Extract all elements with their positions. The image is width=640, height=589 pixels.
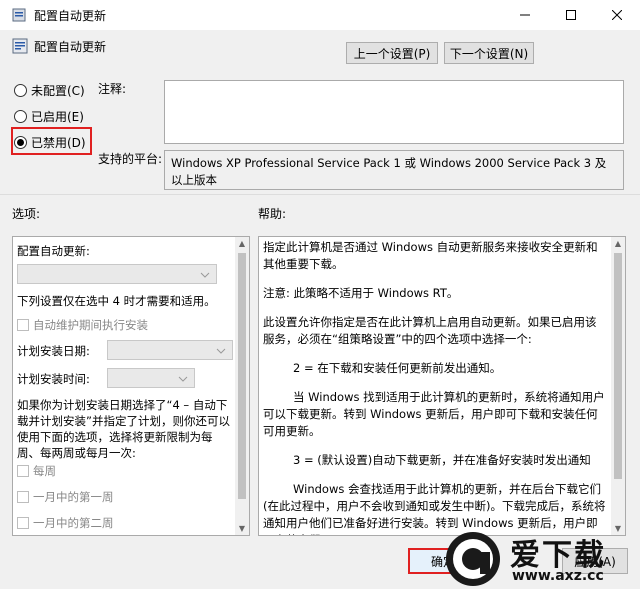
radio-label: 已启用(E): [31, 110, 84, 124]
install-day-combobox[interactable]: [107, 340, 233, 360]
comment-label: 注释:: [98, 82, 127, 96]
supported-on-value: Windows XP Professional Service Pack 1 或…: [164, 150, 624, 190]
weekly-checkbox-row[interactable]: 每周: [17, 463, 56, 479]
checkbox[interactable]: [17, 465, 29, 477]
setting-title: 配置自动更新: [34, 40, 107, 54]
radio-enabled[interactable]: 已启用(E): [14, 108, 84, 125]
checkbox[interactable]: [17, 491, 29, 503]
first-week-label: 一月中的第一周: [33, 490, 114, 504]
install-time-label: 计划安装时间:: [17, 372, 90, 386]
radio-circle[interactable]: [14, 84, 27, 97]
setting-icon: [12, 38, 28, 54]
previous-setting-button[interactable]: 上一个设置(P): [346, 42, 438, 64]
maintenance-label: 自动维护期间执行安装: [33, 318, 148, 332]
help-paragraph: 3 = (默认设置)自动下载更新，并在准备好安装时发出通知: [293, 453, 591, 467]
help-scrollbar[interactable]: ▲ ▼: [611, 237, 625, 535]
install-day-label: 计划安装日期:: [17, 344, 90, 358]
help-paragraph: 指定此计算机是否通过 Windows 自动更新服务来接收安全更新和其他重要下载。: [263, 240, 598, 271]
maintenance-checkbox-row[interactable]: 自动维护期间执行安装: [17, 317, 148, 333]
window-title: 配置自动更新: [34, 9, 107, 23]
help-label: 帮助:: [258, 207, 287, 221]
second-week-checkbox-row[interactable]: 一月中的第二周: [17, 515, 114, 531]
close-icon: [612, 10, 622, 20]
close-button[interactable]: [594, 0, 640, 30]
radio-label: 未配置(C): [31, 84, 85, 98]
radio-not-configured[interactable]: 未配置(C): [14, 82, 85, 99]
options-note: 下列设置仅在选中 4 时才需要和适用。: [17, 294, 216, 308]
help-paragraph: 当 Windows 找到适用于此计算机的更新时，系统将通知用户可以下载更新。转到…: [263, 390, 605, 438]
help-paragraph: 2 = 在下载和安装任何更新前发出通知。: [293, 361, 502, 375]
help-paragraph: 此设置允许你指定是否在此计算机上启用自动更新。如果已启用该服务，必须在“组策略设…: [263, 315, 597, 346]
comment-input[interactable]: [164, 80, 624, 144]
configure-label: 配置自动更新:: [17, 244, 90, 258]
options-scrollbar[interactable]: ▲ ▼: [235, 237, 249, 535]
scroll-down-icon[interactable]: ▼: [235, 524, 249, 533]
scroll-up-icon[interactable]: ▲: [611, 239, 625, 248]
maximize-button[interactable]: [548, 0, 594, 30]
minimize-icon: [520, 14, 530, 16]
chevron-down-icon: [200, 272, 210, 278]
checkbox[interactable]: [17, 319, 29, 331]
second-week-label: 一月中的第二周: [33, 516, 114, 530]
watermark-url: www.axz.cc: [512, 568, 604, 584]
supported-on-label: 支持的平台:: [98, 152, 163, 166]
help-paragraph: 注意: 此策略不适用于 Windows RT。: [263, 286, 459, 300]
divider: [0, 194, 640, 195]
scroll-thumb[interactable]: [614, 253, 622, 479]
minimize-button[interactable]: [502, 0, 548, 30]
install-time-combobox[interactable]: [107, 368, 195, 388]
radio-circle[interactable]: [14, 110, 27, 123]
next-setting-button[interactable]: 下一个设置(N): [444, 42, 534, 64]
maximize-icon: [566, 10, 576, 20]
options-panel: 配置自动更新: 下列设置仅在选中 4 时才需要和适用。 自动维护期间执行安装 计…: [12, 236, 250, 536]
watermark-logo-icon: [446, 532, 500, 586]
policy-icon: [12, 8, 26, 22]
checkbox[interactable]: [17, 517, 29, 529]
chevron-down-icon: [216, 348, 226, 354]
highlight-box: [11, 127, 92, 155]
weekly-label: 每周: [33, 464, 56, 478]
watermark: 爱下载 www.axz.cc: [438, 528, 640, 589]
chevron-down-icon: [178, 376, 188, 382]
help-panel: 指定此计算机是否通过 Windows 自动更新服务来接收安全更新和其他重要下载。…: [258, 236, 626, 536]
schedule-description: 如果你为计划安装日期选择了“4 – 自动下载并计划安装”并指定了计划，则你还可以…: [17, 398, 230, 460]
first-week-checkbox-row[interactable]: 一月中的第一周: [17, 489, 114, 505]
scroll-up-icon[interactable]: ▲: [235, 239, 249, 248]
scroll-thumb[interactable]: [238, 253, 246, 499]
configure-combobox[interactable]: [17, 264, 217, 284]
options-label: 选项:: [12, 207, 41, 221]
